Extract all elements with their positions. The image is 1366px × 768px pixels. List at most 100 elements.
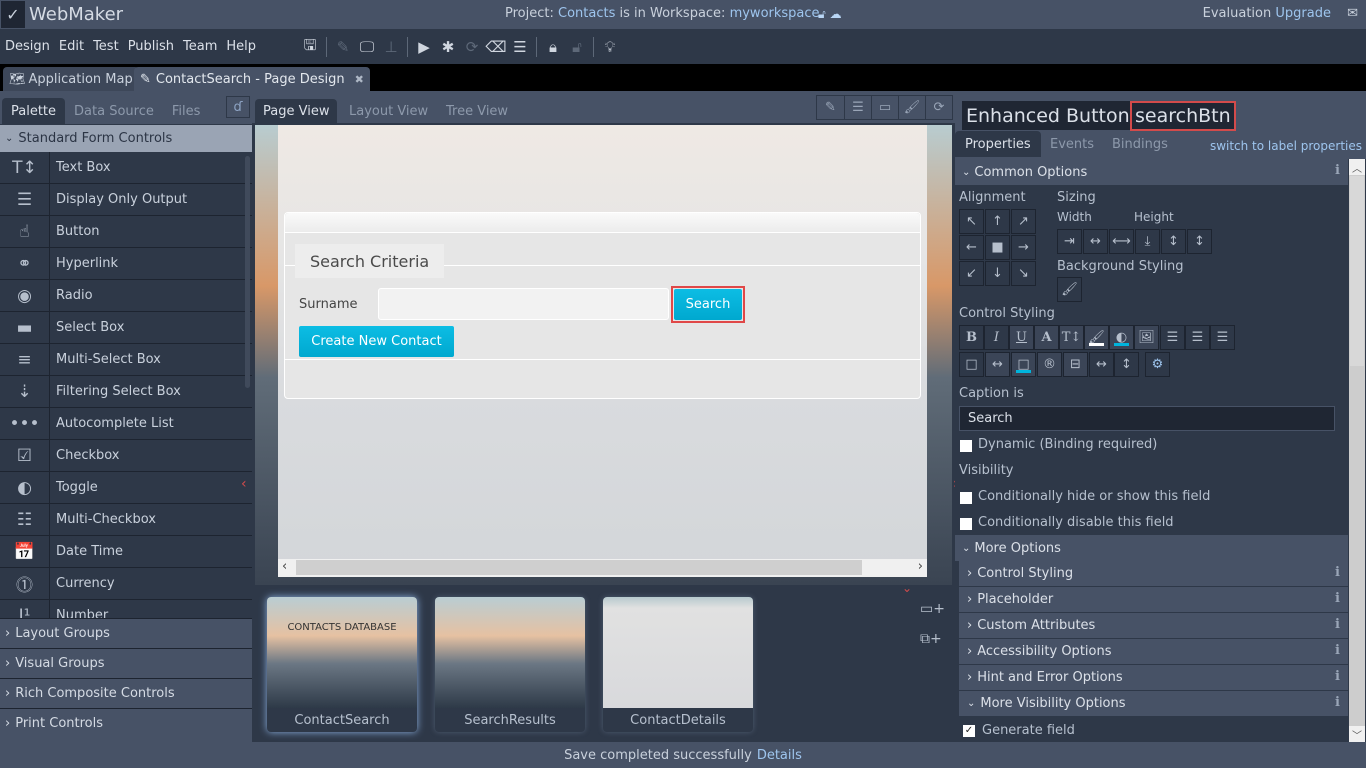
italic-icon[interactable]: I	[984, 325, 1009, 350]
palette-item-filtering-select-box[interactable]: ⇣ Filtering Select Box	[0, 376, 252, 408]
menu-team[interactable]: Team	[183, 39, 217, 54]
menu-help[interactable]: Help	[226, 39, 256, 54]
palette-scrollbar[interactable]	[245, 156, 250, 388]
width-shrink-icon[interactable]: ⇥	[1057, 229, 1082, 254]
text-color-icon[interactable]: 🖌︎	[1084, 325, 1109, 350]
tab-application-map[interactable]: 🗺︎ Application Map	[3, 67, 139, 91]
edit-icon[interactable]: ✎	[817, 96, 844, 119]
palette-item-button[interactable]: ☝ Button	[0, 216, 252, 248]
group-rich-composite-controls[interactable]: › Rich Composite Controls	[0, 678, 252, 708]
scroll-left-icon[interactable]: ‹	[282, 559, 287, 574]
palette-item-select-box[interactable]: ▬ Select Box	[0, 312, 252, 344]
scroll-up-icon[interactable]: ︿	[1349, 159, 1365, 175]
create-new-contact-button[interactable]: Create New Contact	[299, 326, 454, 357]
eraser-icon[interactable]: ⌫	[484, 36, 508, 58]
form-panel[interactable]: Search Criteria Surname Search Create Ne…	[284, 212, 921, 399]
dynamic-checkbox[interactable]	[960, 440, 972, 452]
unlock-icon[interactable]: 🔓︎	[818, 7, 826, 21]
background-color-icon[interactable]: ◐	[1109, 325, 1134, 350]
padding-icon[interactable]: ↔	[985, 352, 1010, 377]
info-icon[interactable]: i	[1335, 565, 1340, 580]
edit-icon[interactable]: ✎	[331, 36, 355, 58]
tab-bindings[interactable]: Bindings	[1102, 131, 1178, 157]
subsection-control-styling[interactable]: › Control Styling i	[959, 561, 1348, 587]
section-more-options[interactable]: ⌄ More Options	[955, 535, 1348, 561]
scroll-right-icon[interactable]: ›	[918, 559, 923, 574]
palette-item-date-time[interactable]: 📅 Date Time	[0, 536, 252, 568]
menu-publish[interactable]: Publish	[128, 39, 174, 54]
run-icon[interactable]: ▶	[412, 36, 436, 58]
project-link[interactable]: Contacts	[558, 6, 615, 21]
list-icon[interactable]: ☰	[844, 96, 871, 119]
align-left-icon[interactable]: ←	[959, 235, 984, 260]
refresh-icon[interactable]: ⟳	[925, 96, 952, 119]
switch-to-label-properties-link[interactable]: switch to label properties	[1210, 139, 1362, 153]
tab-files[interactable]: Files	[163, 98, 210, 124]
tab-data-source[interactable]: Data Source	[65, 98, 163, 124]
search-button[interactable]: Search	[674, 289, 742, 320]
palette-item-currency[interactable]: ⓵ Currency	[0, 568, 252, 600]
sitemap-icon[interactable]: ⊥	[379, 36, 403, 58]
height-full-icon[interactable]: ↕	[1187, 229, 1212, 254]
scroll-down-icon[interactable]: ﹀	[1349, 726, 1365, 742]
section-standard-form-controls[interactable]: ⌄ Standard Form Controls	[0, 124, 252, 152]
unlock-icon[interactable]: 🔓︎	[565, 36, 589, 58]
width-grow-icon[interactable]: ↔	[1083, 229, 1108, 254]
collapse-left-icon[interactable]: ‹	[241, 476, 247, 492]
wand-icon[interactable]: ɗ	[226, 96, 250, 118]
palette-item-checkbox[interactable]: ☑ Checkbox	[0, 440, 252, 472]
section-common-options[interactable]: ⌄ Common Options i	[955, 159, 1348, 185]
subsection-accessibility-options[interactable]: › Accessibility Options i	[959, 639, 1348, 665]
page-thumb-contactdetails[interactable]: ContactDetails	[603, 597, 753, 732]
align-bottom-left-icon[interactable]: ↙	[959, 261, 984, 286]
font-icon[interactable]: A	[1034, 325, 1059, 350]
menu-edit[interactable]: Edit	[59, 39, 84, 54]
registered-icon[interactable]: ®	[1037, 352, 1062, 377]
underline-icon[interactable]: U	[1009, 325, 1034, 350]
info-icon[interactable]: i	[1335, 643, 1340, 658]
horizontal-scrollbar[interactable]: ‹ ›	[278, 559, 927, 577]
align-text-left-icon[interactable]: ☰	[1160, 325, 1185, 350]
caption-input[interactable]: Search	[959, 406, 1335, 431]
tab-palette[interactable]: Palette	[2, 98, 66, 124]
palette-item-multi-checkbox[interactable]: ☷ Multi-Checkbox	[0, 504, 252, 536]
mail-icon[interactable]: ✉	[1347, 6, 1358, 21]
font-size-icon[interactable]: T↕	[1059, 325, 1084, 350]
tab-layout-view[interactable]: Layout View	[341, 99, 436, 123]
lock-icon[interactable]: 🔒︎	[541, 36, 565, 58]
generate-field-checkbox[interactable]: ✓	[963, 725, 975, 737]
tab-properties[interactable]: Properties	[955, 131, 1041, 157]
page-thumb-contactsearch[interactable]: CONTACTS DATABASE ContactSearch	[267, 597, 417, 732]
align-bottom-icon[interactable]: ↓	[985, 261, 1010, 286]
border-radius-icon[interactable]: ⊟	[1063, 352, 1088, 377]
upgrade-link[interactable]: Upgrade	[1275, 6, 1331, 21]
palette-item-number[interactable]: I¹ Number	[0, 600, 252, 618]
info-icon[interactable]: i	[1335, 617, 1340, 632]
background-brush-icon[interactable]: 🖌︎	[1057, 277, 1082, 302]
tab-events[interactable]: Events	[1040, 131, 1104, 157]
workspace-link[interactable]: myworkspace	[730, 6, 820, 21]
palette-item-display-only-output[interactable]: ☰ Display Only Output	[0, 184, 252, 216]
palette-item-hyperlink[interactable]: ⚭ Hyperlink	[0, 248, 252, 280]
align-top-right-icon[interactable]: ↗	[1011, 209, 1036, 234]
height-grow-icon[interactable]: ↕	[1161, 229, 1186, 254]
align-center-icon[interactable]: ■	[985, 235, 1010, 260]
surname-input[interactable]	[378, 288, 669, 320]
scrollbar-thumb[interactable]	[1350, 176, 1364, 366]
refresh-icon[interactable]: ⟳	[460, 36, 484, 58]
close-icon[interactable]: ✖	[355, 73, 364, 86]
disable-checkbox[interactable]	[960, 518, 972, 530]
details-link[interactable]: Details	[757, 748, 802, 763]
menu-design[interactable]: Design	[5, 39, 50, 54]
brush-icon[interactable]: 🖌︎	[898, 96, 925, 119]
save-icon[interactable]: 🖫	[298, 36, 322, 58]
add-page-icon[interactable]: ▭+	[920, 601, 945, 617]
height-shrink-icon[interactable]: ⤓	[1135, 229, 1160, 254]
palette-item-text-box[interactable]: T↕ Text Box	[0, 152, 252, 184]
align-text-right-icon[interactable]: ☰	[1210, 325, 1235, 350]
layout-icon[interactable]: ▭	[871, 96, 898, 119]
debug-icon[interactable]: ✱	[436, 36, 460, 58]
palette-item-radio[interactable]: ◉ Radio	[0, 280, 252, 312]
subsection-custom-attributes[interactable]: › Custom Attributes i	[959, 613, 1348, 639]
properties-scrollbar[interactable]: ︿ ﹀	[1349, 159, 1365, 742]
